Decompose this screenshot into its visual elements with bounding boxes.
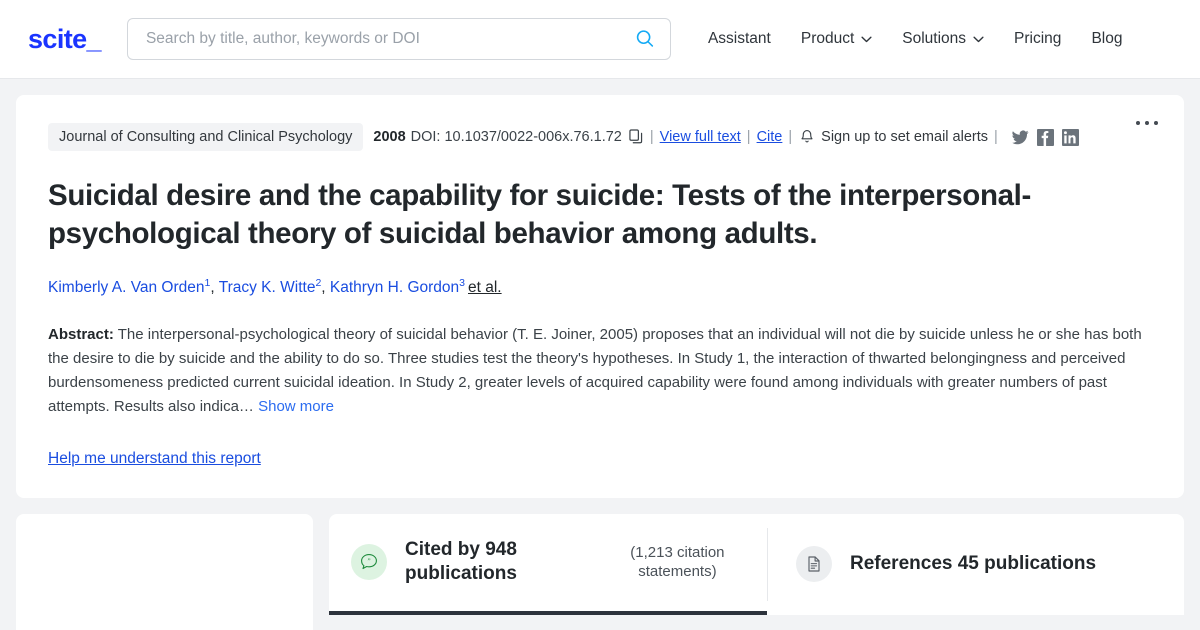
- author-affiliation-marker: 3: [459, 276, 465, 289]
- document-icon: [796, 546, 832, 583]
- page-title: Suicidal desire and the capability for s…: [48, 179, 1031, 251]
- search-bar[interactable]: [126, 18, 671, 60]
- author-link[interactable]: Tracy K. Witte2: [218, 277, 322, 296]
- view-full-text-link[interactable]: View full text: [660, 129, 741, 145]
- svg-text:”: ”: [367, 558, 370, 566]
- email-alerts-label[interactable]: Sign up to set email alerts: [821, 129, 988, 145]
- separator: |: [746, 129, 751, 145]
- dot: [1145, 121, 1149, 125]
- chevron-down-icon: [973, 36, 984, 42]
- main-nav: Assistant Product Solutions Pricing Blog: [693, 22, 1138, 56]
- nav-item-blog[interactable]: Blog: [1076, 22, 1137, 56]
- nav-label: Assistant: [707, 30, 771, 47]
- site-header: scite_ Assistant Product Solutions Prici…: [0, 0, 1200, 79]
- lower-section: ” Cited by 948 publications (1,213 citat…: [0, 498, 1200, 630]
- abstract-text: Abstract: The interpersonal-psychologica…: [48, 323, 1152, 420]
- dot: [1136, 121, 1140, 125]
- quote-bubble-icon: ”: [351, 544, 387, 581]
- social-share-group: [1011, 128, 1079, 146]
- author-name: Kimberly A. Van Orden: [48, 278, 205, 296]
- more-options-button[interactable]: [1132, 117, 1162, 129]
- separator: |: [788, 129, 793, 145]
- author-link[interactable]: Kathryn H. Gordon3: [329, 276, 465, 296]
- nav-item-assistant[interactable]: Assistant: [693, 22, 786, 56]
- page-body: Journal of Consulting and Clinical Psych…: [0, 79, 1200, 498]
- doi-text: DOI: 10.1037/0022-006x.76.1.72: [410, 129, 622, 145]
- cited-by-title: Cited by 948 publications: [405, 538, 517, 585]
- nav-item-product[interactable]: Product: [786, 22, 887, 56]
- search-input[interactable]: [145, 30, 634, 48]
- search-icon[interactable]: [634, 28, 656, 50]
- author-name: Kathryn H. Gordon: [329, 278, 460, 296]
- publication-year: 2008: [373, 129, 406, 145]
- nav-label: Solutions: [902, 30, 967, 47]
- show-more-link[interactable]: Show more: [258, 398, 334, 415]
- nav-item-solutions[interactable]: Solutions: [887, 22, 999, 56]
- references-title: References 45 publications: [850, 553, 1097, 575]
- author-name: Tracy K. Witte: [218, 278, 316, 296]
- citation-panel: ” Cited by 948 publications (1,213 citat…: [329, 513, 1184, 630]
- twitter-icon[interactable]: [1011, 129, 1029, 146]
- author-list: Kimberly A. Van Orden1, Tracy K. Witte2,…: [48, 276, 1152, 299]
- journal-name[interactable]: Journal of Consulting and Clinical Psych…: [48, 123, 364, 151]
- abstract-label: Abstract:: [48, 325, 114, 343]
- separator: |: [994, 129, 998, 145]
- scite-logo[interactable]: scite_: [28, 24, 102, 55]
- nav-label: Blog: [1091, 30, 1123, 47]
- sidebar-panel: [16, 513, 313, 630]
- chevron-down-icon: [861, 36, 872, 42]
- author-link[interactable]: Kimberly A. Van Orden1: [48, 277, 210, 296]
- cited-by-subtitle: (1,213 citation statements): [630, 543, 725, 581]
- nav-item-pricing[interactable]: Pricing: [999, 22, 1076, 56]
- tab-references[interactable]: References 45 publications: [768, 514, 1184, 615]
- bell-icon: [801, 130, 813, 143]
- help-understand-report-link[interactable]: Help me understand this report: [48, 450, 261, 468]
- tab-cited-by[interactable]: ” Cited by 948 publications (1,213 citat…: [329, 514, 767, 616]
- nav-label: Product: [800, 30, 855, 47]
- linkedin-icon[interactable]: [1061, 128, 1079, 146]
- nav-label: Pricing: [1014, 30, 1062, 47]
- copy-icon[interactable]: [629, 129, 644, 145]
- paper-metadata-row: Journal of Consulting and Clinical Psych…: [48, 123, 1152, 151]
- comma: ,: [321, 278, 330, 296]
- abstract-body: The interpersonal-psychological theory o…: [48, 325, 1142, 416]
- et-al-link[interactable]: et al.: [468, 279, 502, 296]
- dot: [1154, 121, 1158, 125]
- cite-link[interactable]: Cite: [757, 129, 783, 145]
- facebook-icon[interactable]: [1036, 128, 1054, 146]
- citation-tabs: ” Cited by 948 publications (1,213 citat…: [329, 513, 1184, 616]
- paper-card: Journal of Consulting and Clinical Psych…: [16, 95, 1184, 498]
- separator: |: [649, 129, 654, 145]
- comma: ,: [210, 278, 219, 296]
